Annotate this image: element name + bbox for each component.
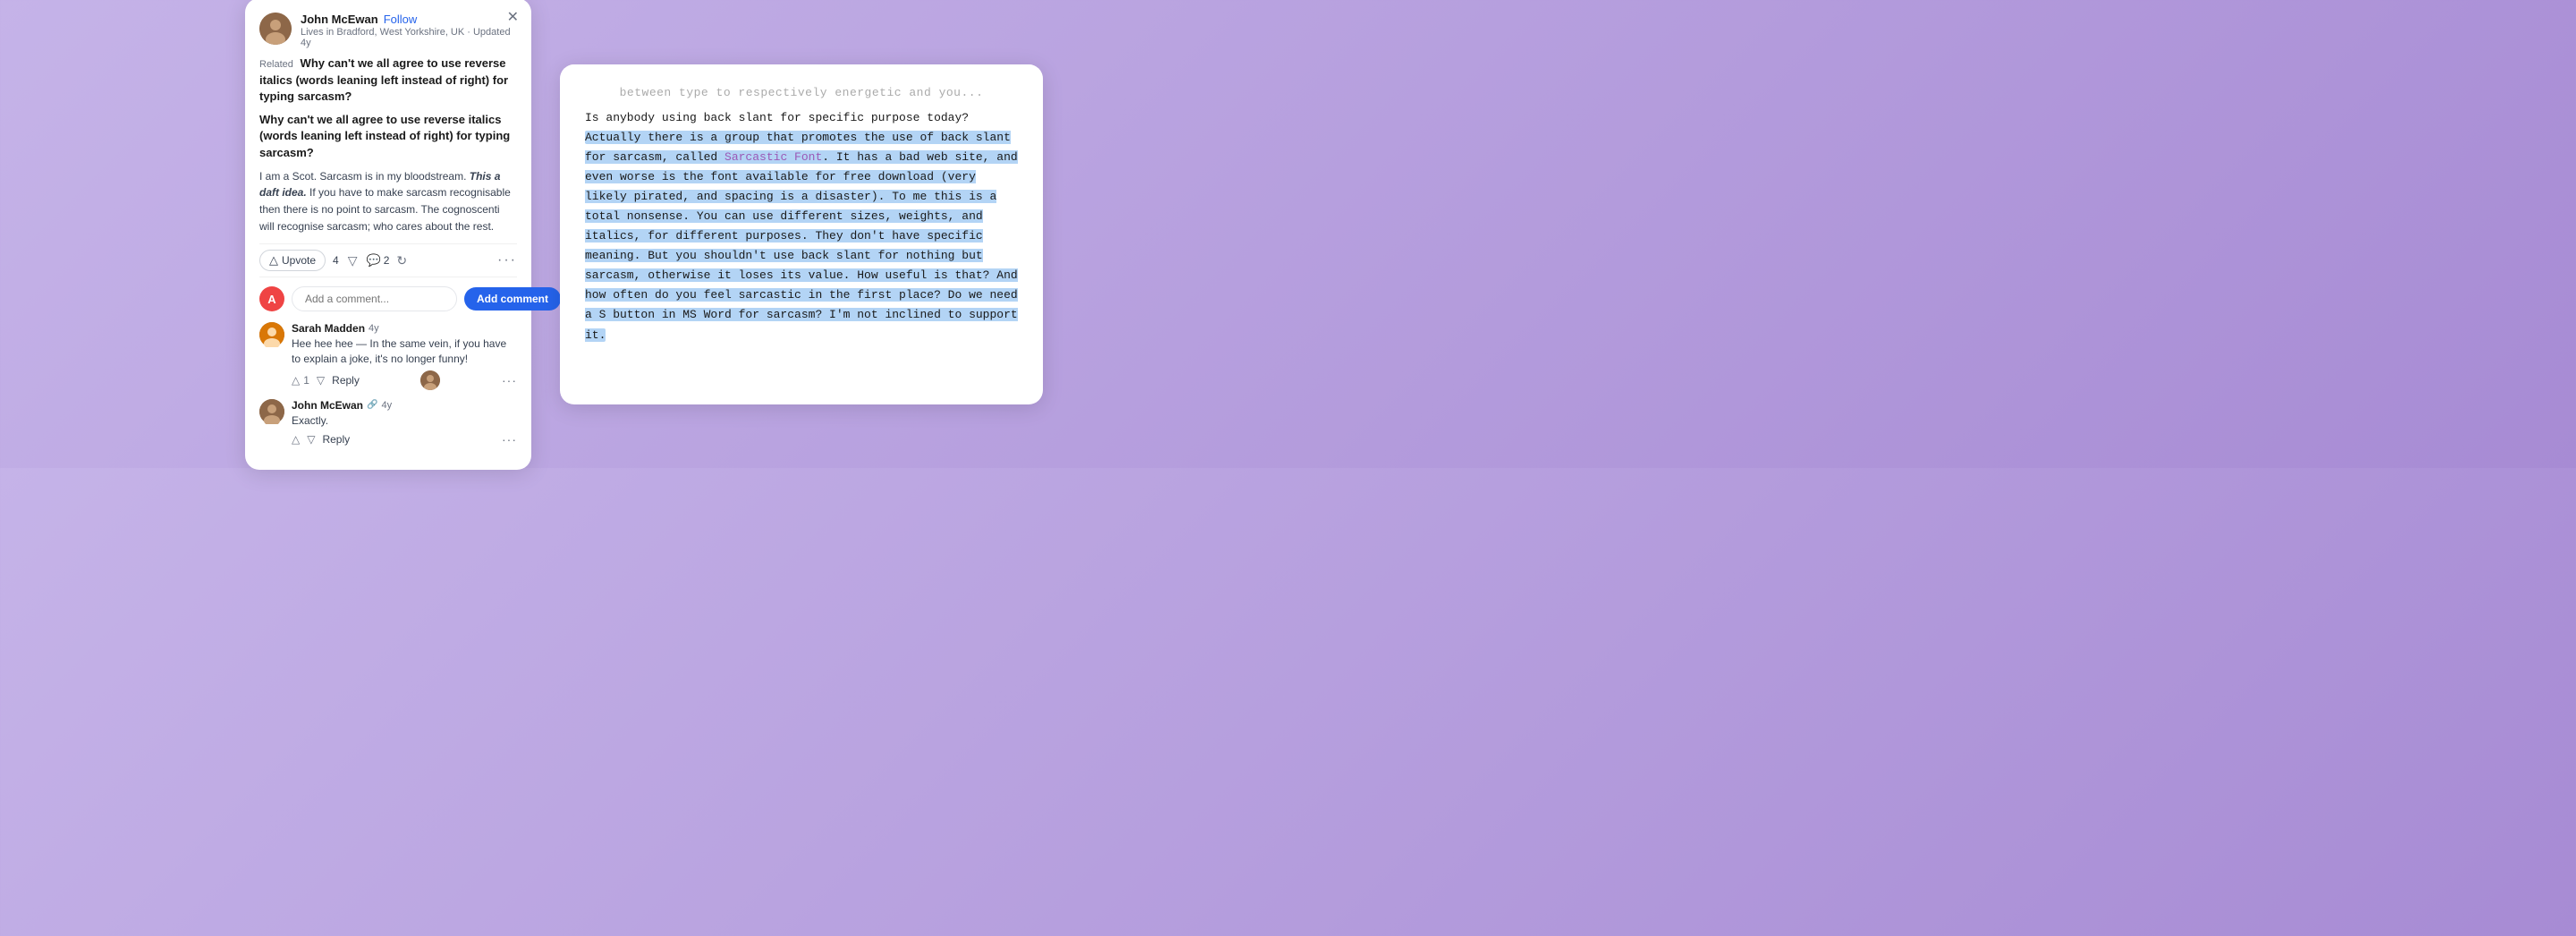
comment-downvote[interactable]: ▽ — [307, 433, 315, 446]
author-avatar — [259, 13, 292, 45]
body-pre-highlight: Is anybody using back slant for specific… — [585, 111, 969, 124]
upvote-icon: △ — [269, 253, 278, 268]
comment-author-row: John McEwan 🔗 4y — [292, 399, 517, 412]
link-icon: 🔗 — [367, 400, 377, 410]
comment-avatar-john — [259, 399, 284, 424]
author-meta: Lives in Bradford, West Yorkshire, UK · … — [301, 27, 517, 48]
comment-user-small-avatar — [420, 370, 440, 390]
main-question: Why can't we all agree to use reverse it… — [259, 112, 517, 161]
comment-more-button[interactable]: ··· — [502, 373, 517, 387]
comment-author-name: John McEwan — [292, 399, 363, 412]
comment-text: Exactly. — [292, 413, 517, 429]
answer-text: I am a Scot. Sarcasm is in my bloodstrea… — [259, 168, 517, 234]
related-label: Related — [259, 59, 293, 70]
sarcastic-font-link[interactable]: Sarcastic Font — [724, 150, 822, 164]
right-card-body: Is anybody using back slant for specific… — [585, 108, 1018, 345]
close-button[interactable]: ✕ — [507, 11, 519, 25]
add-comment-button[interactable]: Add comment — [464, 287, 561, 311]
body-after-link: . It has a bad web site, and even worse … — [585, 150, 1018, 342]
comment-count[interactable]: 💬 2 — [367, 253, 390, 268]
comment-body-sarah: Sarah Madden 4y Hee hee hee — In the sam… — [292, 322, 517, 390]
related-block: Related Why can't we all agree to use re… — [259, 55, 517, 105]
comment-reply-button[interactable]: Reply — [322, 433, 350, 446]
current-user-initial: A — [267, 293, 275, 306]
comment-count-number: 2 — [384, 254, 390, 267]
comment-body-john: John McEwan 🔗 4y Exactly. △ ▽ Reply ··· — [292, 399, 517, 447]
related-question[interactable]: Why can't we all agree to use reverse it… — [259, 56, 508, 103]
comment-input-row: A Add comment — [259, 286, 517, 311]
current-user-avatar: A — [259, 286, 284, 311]
author-info: John McEwan Follow Lives in Bradford, We… — [301, 13, 517, 48]
more-button[interactable]: ··· — [497, 252, 517, 268]
comment-actions: △ ▽ Reply ··· — [292, 432, 517, 447]
comment-item: Sarah Madden 4y Hee hee hee — In the sam… — [259, 322, 517, 390]
comment-author-row: Sarah Madden 4y — [292, 322, 517, 335]
body-highlight: Actually there is a group that promotes … — [585, 131, 1018, 342]
comment-reply-button[interactable]: Reply — [332, 374, 360, 387]
comment-upvote[interactable]: △ 1 — [292, 374, 309, 387]
comment-text: Hee hee hee — In the same vein, if you h… — [292, 336, 517, 367]
answer-text-p1: I am a Scot. Sarcasm is in my bloodstrea… — [259, 170, 466, 183]
comment-upvote-count: 1 — [303, 374, 309, 387]
comment-downvote[interactable]: ▽ — [317, 374, 325, 387]
action-bar: △ Upvote 4 ▽ 💬 2 ↻ ··· — [259, 243, 517, 277]
comment-time: 4y — [381, 400, 392, 411]
author-name-row: John McEwan Follow — [301, 13, 517, 26]
downvote-button[interactable]: ▽ — [346, 251, 360, 270]
comment-actions: △ 1 ▽ Reply ··· — [292, 370, 517, 390]
author-name: John McEwan — [301, 13, 378, 26]
comment-more-button[interactable]: ··· — [502, 432, 517, 447]
card-header: John McEwan Follow Lives in Bradford, We… — [259, 13, 517, 48]
comment-item: John McEwan 🔗 4y Exactly. △ ▽ Reply ··· — [259, 399, 517, 447]
upvote-label: Upvote — [282, 254, 316, 267]
follow-button[interactable]: Follow — [384, 13, 418, 26]
upvote-count: 4 — [333, 254, 339, 267]
right-card: between type to respectively energetic a… — [560, 64, 1043, 404]
left-card: John McEwan Follow Lives in Bradford, We… — [245, 0, 531, 470]
comment-avatar-sarah — [259, 322, 284, 347]
top-fade — [560, 64, 1043, 91]
comment-upvote[interactable]: △ — [292, 433, 300, 446]
share-button[interactable]: ↻ — [396, 253, 407, 268]
comment-icon: 💬 — [367, 253, 381, 268]
upvote-button[interactable]: △ Upvote — [259, 250, 326, 271]
comment-time: 4y — [369, 323, 379, 334]
comment-input[interactable] — [292, 286, 457, 311]
comment-author-name: Sarah Madden — [292, 322, 365, 335]
